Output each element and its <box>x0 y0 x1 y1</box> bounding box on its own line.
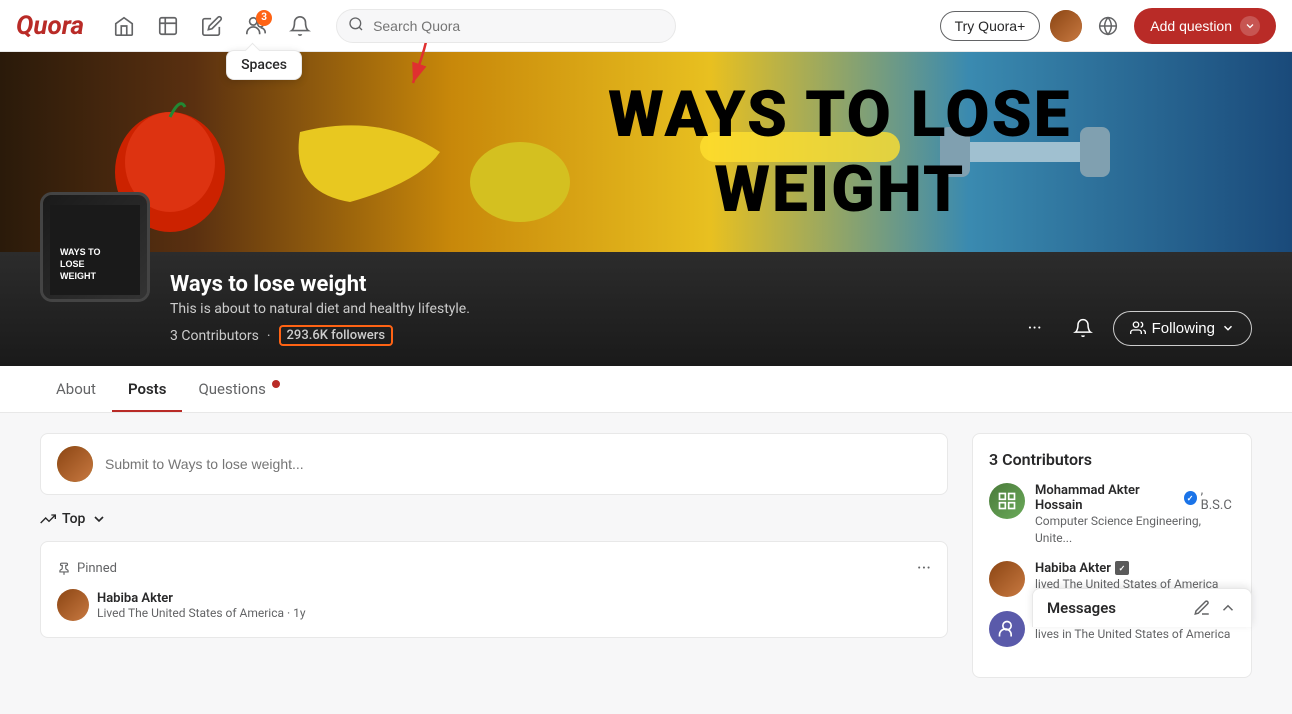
contributor-name-2[interactable]: Habiba Akter ✓ <box>1035 561 1218 576</box>
questions-notification-dot <box>272 380 280 388</box>
tab-posts[interactable]: Posts <box>112 366 182 412</box>
submit-box <box>40 433 948 495</box>
svg-text:LOSE: LOSE <box>60 259 85 269</box>
profile-actions: ··· Following <box>1017 310 1252 346</box>
hero-banner: WAYS TO LOSE WEIGHT <box>0 52 1292 252</box>
messages-title: Messages <box>1047 599 1116 617</box>
verified-icon-1: ✓ <box>1184 491 1197 505</box>
sort-label: Top <box>62 511 85 527</box>
followers-count[interactable]: 293.6K followers <box>279 325 393 346</box>
tabs-bar: About Posts Questions <box>0 366 1292 413</box>
contributor-name-1[interactable]: Mohammad Akter Hossain ✓ , B.S.C <box>1035 483 1235 513</box>
contributors-count: 3 Contributors <box>170 328 259 344</box>
author-avatar <box>57 589 89 621</box>
search-bar <box>336 9 676 43</box>
answer-nav-button[interactable] <box>148 6 188 46</box>
pin-label: Pinned <box>57 561 117 576</box>
pinned-label: Pinned <box>77 561 117 576</box>
notifications-bell-button[interactable] <box>1065 310 1101 346</box>
add-question-dropdown-arrow[interactable] <box>1240 16 1260 36</box>
contributor-info-1: Mohammad Akter Hossain ✓ , B.S.C Compute… <box>1035 483 1235 547</box>
contributor-avatar-2 <box>989 561 1025 597</box>
submit-input[interactable] <box>105 456 931 472</box>
nav-icons: 3 Spaces <box>104 6 320 46</box>
author-meta: Lived The United States of America · 1y <box>97 606 306 620</box>
hero-banner-background: WAYS TO LOSE WEIGHT <box>0 52 1292 252</box>
expand-messages-icon[interactable] <box>1219 599 1237 617</box>
tab-questions[interactable]: Questions <box>182 366 295 412</box>
following-button[interactable]: Following <box>1113 311 1252 346</box>
svg-text:WEIGHT: WEIGHT <box>60 271 96 281</box>
spaces-nav-button[interactable]: 3 Spaces <box>236 6 276 46</box>
more-options-button[interactable]: ··· <box>1017 310 1053 346</box>
space-avatar-inner: WAYS TO LOSE WEIGHT <box>43 195 147 299</box>
contributors-title: 3 Contributors <box>989 450 1235 469</box>
user-avatar[interactable] <box>1050 10 1082 42</box>
spaces-tooltip: Spaces <box>226 50 302 80</box>
contributor-meta-1: Computer Science Engineering, Unite... <box>1035 513 1235 547</box>
author-name[interactable]: Habiba Akter <box>97 591 306 606</box>
contributors-card: 3 Contributors Mohammad Akter Hossain ✓ … <box>972 433 1252 678</box>
hero-title: WAYS TO LOSE WEIGHT <box>517 77 1163 227</box>
user-mini-avatar <box>57 446 93 482</box>
sort-bar[interactable]: Top <box>40 511 948 527</box>
bullet-separator: · <box>267 328 271 344</box>
compose-message-icon[interactable] <box>1193 599 1211 617</box>
home-nav-button[interactable] <box>104 6 144 46</box>
following-label: Following <box>1152 320 1215 337</box>
messages-bar[interactable]: Messages <box>1032 588 1252 627</box>
space-avatar: WAYS TO LOSE WEIGHT <box>40 192 150 302</box>
space-name: Ways to lose weight <box>170 272 1252 297</box>
post-more-button[interactable]: ··· <box>917 558 931 579</box>
svg-text:WAYS TO: WAYS TO <box>60 247 101 257</box>
quora-logo[interactable]: Quora <box>16 11 84 41</box>
left-column: Top Pinned ··· Habiba Akter Lived The Un… <box>40 433 948 694</box>
language-button[interactable] <box>1092 10 1124 42</box>
search-input[interactable] <box>336 9 676 43</box>
navbar: Quora 3 Spaces <box>0 0 1292 52</box>
post-author: Habiba Akter Lived The United States of … <box>57 589 931 621</box>
notifications-nav-button[interactable] <box>280 6 320 46</box>
contributor-avatar-3 <box>989 611 1025 647</box>
contributor-avatar-1 <box>989 483 1025 519</box>
main-content: Top Pinned ··· Habiba Akter Lived The Un… <box>0 413 1292 714</box>
add-question-label: Add question <box>1150 18 1232 34</box>
messages-icons <box>1193 599 1237 617</box>
profile-section: WAYS TO LOSE WEIGHT Ways to lose weight … <box>0 252 1292 366</box>
shield-icon-2: ✓ <box>1115 561 1129 575</box>
navbar-right: Try Quora+ Add question <box>940 8 1276 44</box>
add-question-button[interactable]: Add question <box>1134 8 1276 44</box>
search-icon <box>348 16 364 36</box>
pin-header: Pinned ··· <box>57 558 931 579</box>
tab-about[interactable]: About <box>40 366 112 412</box>
edit-nav-button[interactable] <box>192 6 232 46</box>
right-column: 3 Contributors Mohammad Akter Hossain ✓ … <box>972 433 1252 694</box>
try-plus-button[interactable]: Try Quora+ <box>940 11 1041 41</box>
spaces-badge: 3 <box>256 10 272 26</box>
author-details: Habiba Akter Lived The United States of … <box>97 591 306 620</box>
post-card: Pinned ··· Habiba Akter Lived The United… <box>40 541 948 638</box>
contributor-item: Mohammad Akter Hossain ✓ , B.S.C Compute… <box>989 483 1235 547</box>
contributor-meta-3: lives in The United States of America <box>1035 626 1230 643</box>
